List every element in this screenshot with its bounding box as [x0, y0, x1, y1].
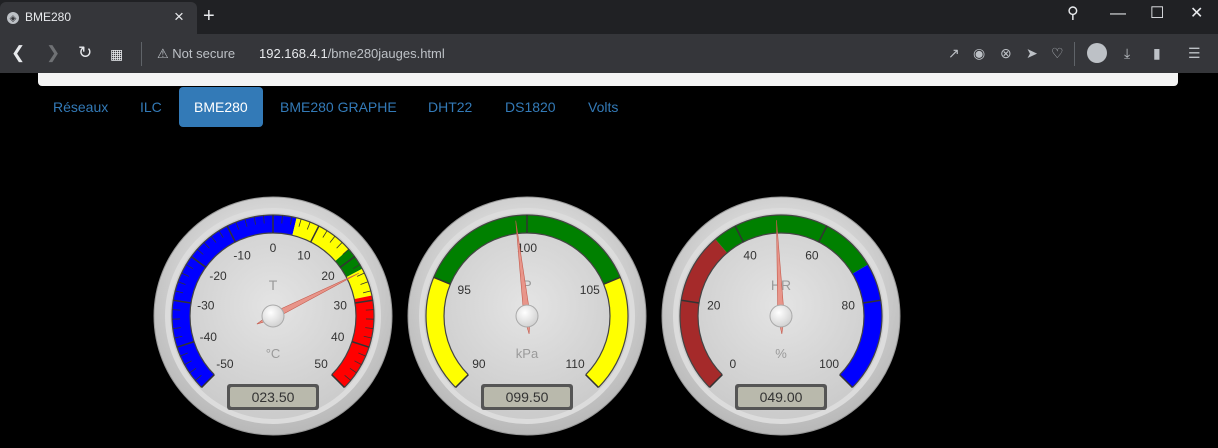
gauge-scale-label: -30 [197, 298, 215, 312]
nav-item-bme280[interactable]: BME280 [179, 87, 263, 127]
gauge-minor-tick [365, 309, 374, 311]
reload-icon[interactable]: ↻ [78, 43, 92, 63]
gauge-scale-label: 40 [331, 330, 345, 344]
divider [1074, 42, 1075, 66]
gauge-hub [769, 304, 793, 328]
nav-item-bme280-graphe[interactable]: BME280 GRAPHE [265, 87, 412, 127]
gauge-hub [515, 304, 539, 328]
nav-item-ilc[interactable]: ILC [125, 87, 177, 127]
share-icon[interactable]: ↗ [948, 44, 960, 62]
gauge-scale-label: -20 [209, 269, 227, 283]
gauge-scale-label: -40 [200, 330, 218, 344]
gauge-value: 099.50 [506, 389, 549, 405]
gauge-unit: °C [266, 346, 281, 361]
send-icon[interactable]: ➤ [1026, 44, 1038, 62]
gauge-scale-label: 30 [334, 298, 348, 312]
gauge-scale-label: 0 [730, 357, 737, 371]
gauge-scale-label: 110 [566, 357, 585, 371]
gauge-scale-label: 80 [842, 298, 856, 312]
gauge-scale-label: 60 [805, 248, 819, 262]
security-indicator[interactable]: ⚠ Not secure [157, 46, 235, 62]
gauge-scale-label: 95 [458, 283, 472, 297]
close-tab-icon[interactable]: × [174, 7, 184, 27]
address-bar: ❮ ❯ ↻ ▦ ⚠ Not secure 192.168.4.1/bme280j… [0, 34, 1218, 73]
gauge-scale-label: 50 [314, 357, 328, 371]
gauge-value: 023.50 [252, 389, 295, 405]
url-field[interactable]: 192.168.4.1/bme280jauges.html [259, 46, 445, 61]
gauge-scale-label: 0 [270, 241, 277, 255]
gauge-value: 049.00 [760, 389, 803, 405]
heart-icon[interactable]: ♡ [1051, 44, 1064, 62]
gauge-scale-label: 100 [819, 357, 839, 371]
battery-icon[interactable]: ▮ [1153, 44, 1161, 62]
close-window-icon[interactable]: ✕ [1190, 2, 1203, 26]
gauge-minor-tick [172, 309, 181, 311]
gauge-hub [261, 304, 285, 328]
gauge-scale-label: 20 [321, 269, 335, 283]
block-icon[interactable]: ⊗ [1000, 44, 1012, 62]
camera-icon[interactable]: ◉ [973, 44, 985, 62]
favicon-icon: ◈ [7, 12, 19, 24]
gauge-unit: % [775, 346, 787, 361]
temperature-gauge: -50 -40 -30 -20 -10 0 10 20 30 4050 T °C 023.50 [153, 196, 393, 436]
download-icon[interactable]: ⤓ [1124, 44, 1130, 62]
nav-item-volts[interactable]: Volts [573, 87, 633, 127]
gauge-scale-label: 40 [743, 248, 757, 262]
maximize-icon[interactable]: ☐ [1150, 2, 1164, 26]
search-tabs-icon[interactable]: ⚲ [1067, 2, 1079, 26]
gauge-scale-label: -50 [216, 357, 234, 371]
forward-icon[interactable]: ❯ [46, 43, 60, 63]
gauge-scale-label: -10 [233, 248, 251, 262]
humidity-gauge: 020406080100HR%049.00 [661, 196, 901, 436]
security-label: Not secure [172, 46, 236, 61]
browser-tab[interactable]: ◈ BME280 × [0, 2, 197, 34]
nav-item-ds1820[interactable]: DS1820 [490, 87, 571, 127]
url-host: 192.168.4.1 [259, 46, 328, 61]
gauge-scale-label: 10 [297, 248, 311, 262]
minimize-icon[interactable]: — [1110, 2, 1126, 26]
settings-icon[interactable]: ☰ [1188, 44, 1201, 62]
page-top-strip [38, 73, 1178, 86]
warning-icon: ⚠ [157, 46, 169, 61]
gauge-zone [346, 268, 372, 300]
gauge-scale-label: 105 [580, 283, 600, 297]
nav-item-reseaux[interactable]: Réseaux [38, 87, 123, 127]
pressure-gauge: 9095100105110PkPa099.50 [407, 196, 647, 436]
new-tab-icon[interactable]: + [203, 4, 215, 28]
url-path: /bme280jauges.html [327, 46, 445, 61]
gauge-scale-label: 90 [472, 357, 486, 371]
tabs-grid-icon[interactable]: ▦ [110, 44, 123, 64]
gauge-title: T [269, 277, 278, 293]
gauge-scale-label: 20 [707, 298, 721, 312]
gauge-unit: kPa [516, 346, 539, 361]
back-icon[interactable]: ❮ [11, 43, 25, 63]
nav-item-dht22[interactable]: DHT22 [413, 87, 487, 127]
divider [141, 42, 142, 66]
browser-tab-strip: ◈ BME280 × + ⚲ — ☐ ✕ [0, 0, 1218, 34]
profile-avatar-icon[interactable] [1087, 43, 1107, 63]
tab-title: BME280 [25, 10, 72, 24]
